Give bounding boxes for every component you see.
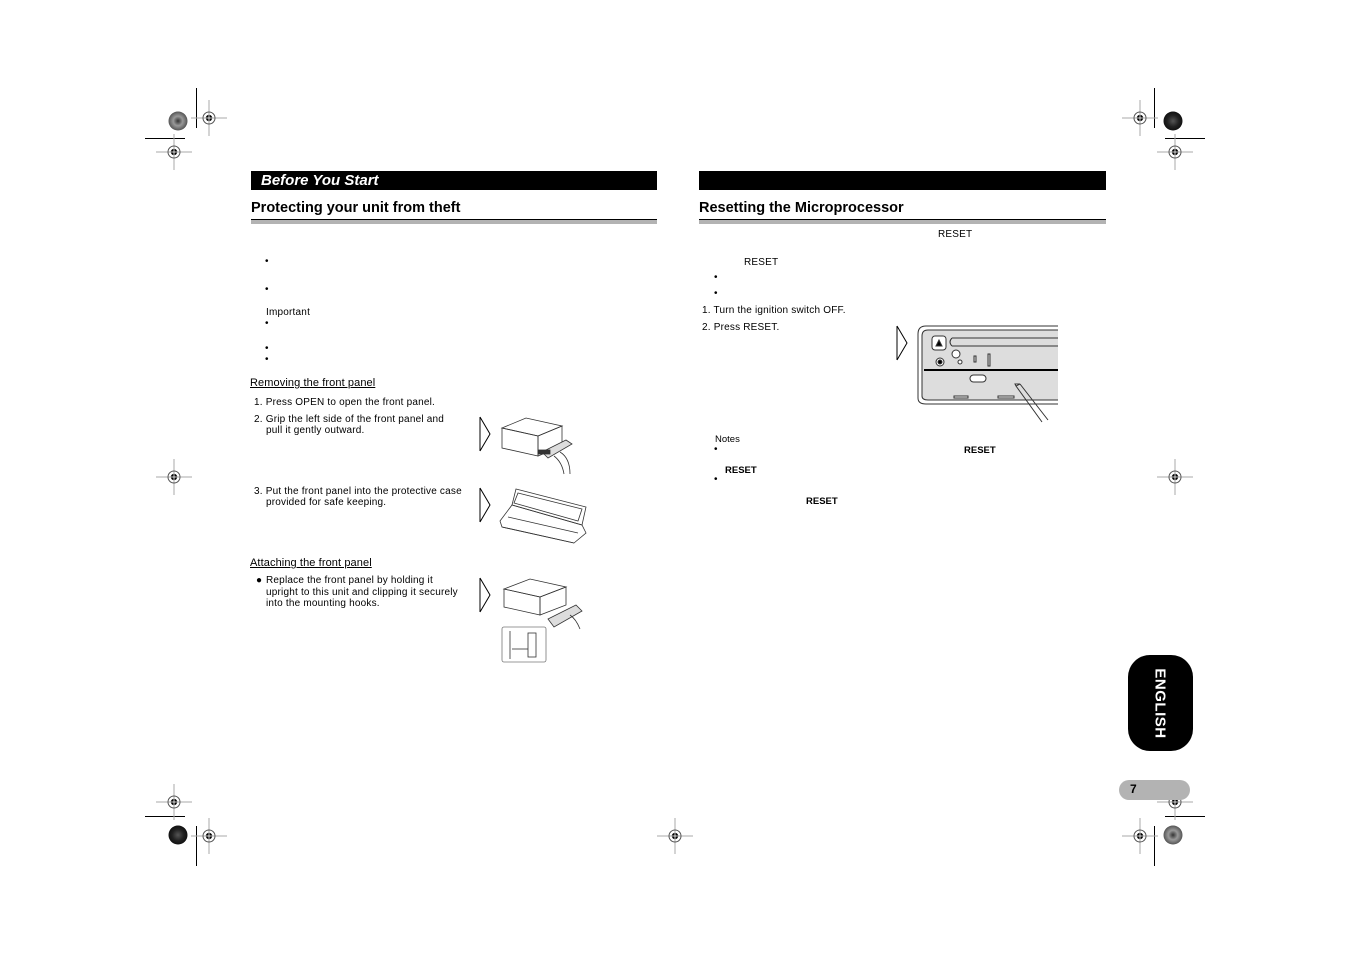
bullet: • xyxy=(714,272,718,283)
attach-line-3: into the mounting hooks. xyxy=(266,598,380,609)
step-3-cont: provided for safe keeping. xyxy=(266,497,387,508)
attaching-panel-subheading: Attaching the front panel xyxy=(250,557,372,569)
registration-mark-icon xyxy=(156,459,192,495)
registration-mark-icon xyxy=(1122,818,1158,854)
bullet: • xyxy=(265,284,269,295)
color-target-icon xyxy=(1163,825,1183,845)
bullet: • xyxy=(265,354,269,365)
important-label: Important xyxy=(266,307,311,318)
section-title-bar-right xyxy=(699,171,1106,190)
language-tab-label: ENGLISH xyxy=(1152,667,1169,739)
reset-step-1: 1. Turn the ignition switch OFF. xyxy=(702,305,846,316)
step-2-cont: pull it gently outward. xyxy=(266,425,365,436)
bullet: • xyxy=(265,343,269,354)
registration-mark-icon xyxy=(657,818,693,854)
reset-word: RESET xyxy=(806,496,838,507)
step-arrow-icon xyxy=(479,487,491,523)
color-target-icon xyxy=(168,111,188,131)
registration-mark-icon xyxy=(1122,100,1158,136)
registration-mark-icon xyxy=(1157,134,1193,170)
reset-step-2: 2. Press RESET. xyxy=(702,322,780,333)
registration-mark-icon xyxy=(156,134,192,170)
attach-bullet-dot: ● xyxy=(256,575,263,586)
attach-line-1: Replace the front panel by holding it xyxy=(266,575,433,586)
bullet: • xyxy=(714,288,718,299)
bullet: • xyxy=(714,444,718,455)
step-arrow-icon xyxy=(479,416,491,452)
removing-panel-subheading: Removing the front panel xyxy=(250,377,376,389)
language-tab-label-wrap: ENGLISH xyxy=(1128,655,1193,751)
section-title: Before You Start xyxy=(261,172,379,189)
remove-panel-illustration xyxy=(500,417,573,475)
reset-word: RESET xyxy=(725,465,757,476)
registration-mark-icon xyxy=(156,784,192,820)
registration-mark-icon xyxy=(191,100,227,136)
reset-word: RESET xyxy=(744,257,779,268)
bullet: • xyxy=(714,474,718,485)
color-target-icon xyxy=(1163,111,1183,131)
notes-label: Notes xyxy=(715,434,740,445)
page-heading: Protecting your unit from theft xyxy=(251,200,461,216)
section-title-bar: Before You Start xyxy=(251,171,657,190)
registration-mark-icon xyxy=(191,818,227,854)
page-heading: Resetting the Microprocessor xyxy=(699,200,904,216)
reset-word: RESET xyxy=(964,445,996,456)
step-1: 1. Press OPEN to open the front panel. xyxy=(254,397,436,408)
bullet: • xyxy=(265,256,269,267)
registration-mark-icon xyxy=(1157,459,1193,495)
page-number: 7 xyxy=(1130,782,1137,796)
reset-button-illustration xyxy=(917,325,1058,423)
protective-case-illustration xyxy=(499,488,587,544)
color-target-icon xyxy=(168,825,188,845)
step-arrow-icon xyxy=(479,577,491,613)
reset-word: RESET xyxy=(938,229,973,240)
attach-panel-illustration xyxy=(501,578,583,663)
bullet: • xyxy=(265,318,269,329)
heading-rule-gray xyxy=(251,220,657,224)
step-arrow-icon xyxy=(896,325,908,361)
heading-rule-gray xyxy=(699,220,1106,224)
